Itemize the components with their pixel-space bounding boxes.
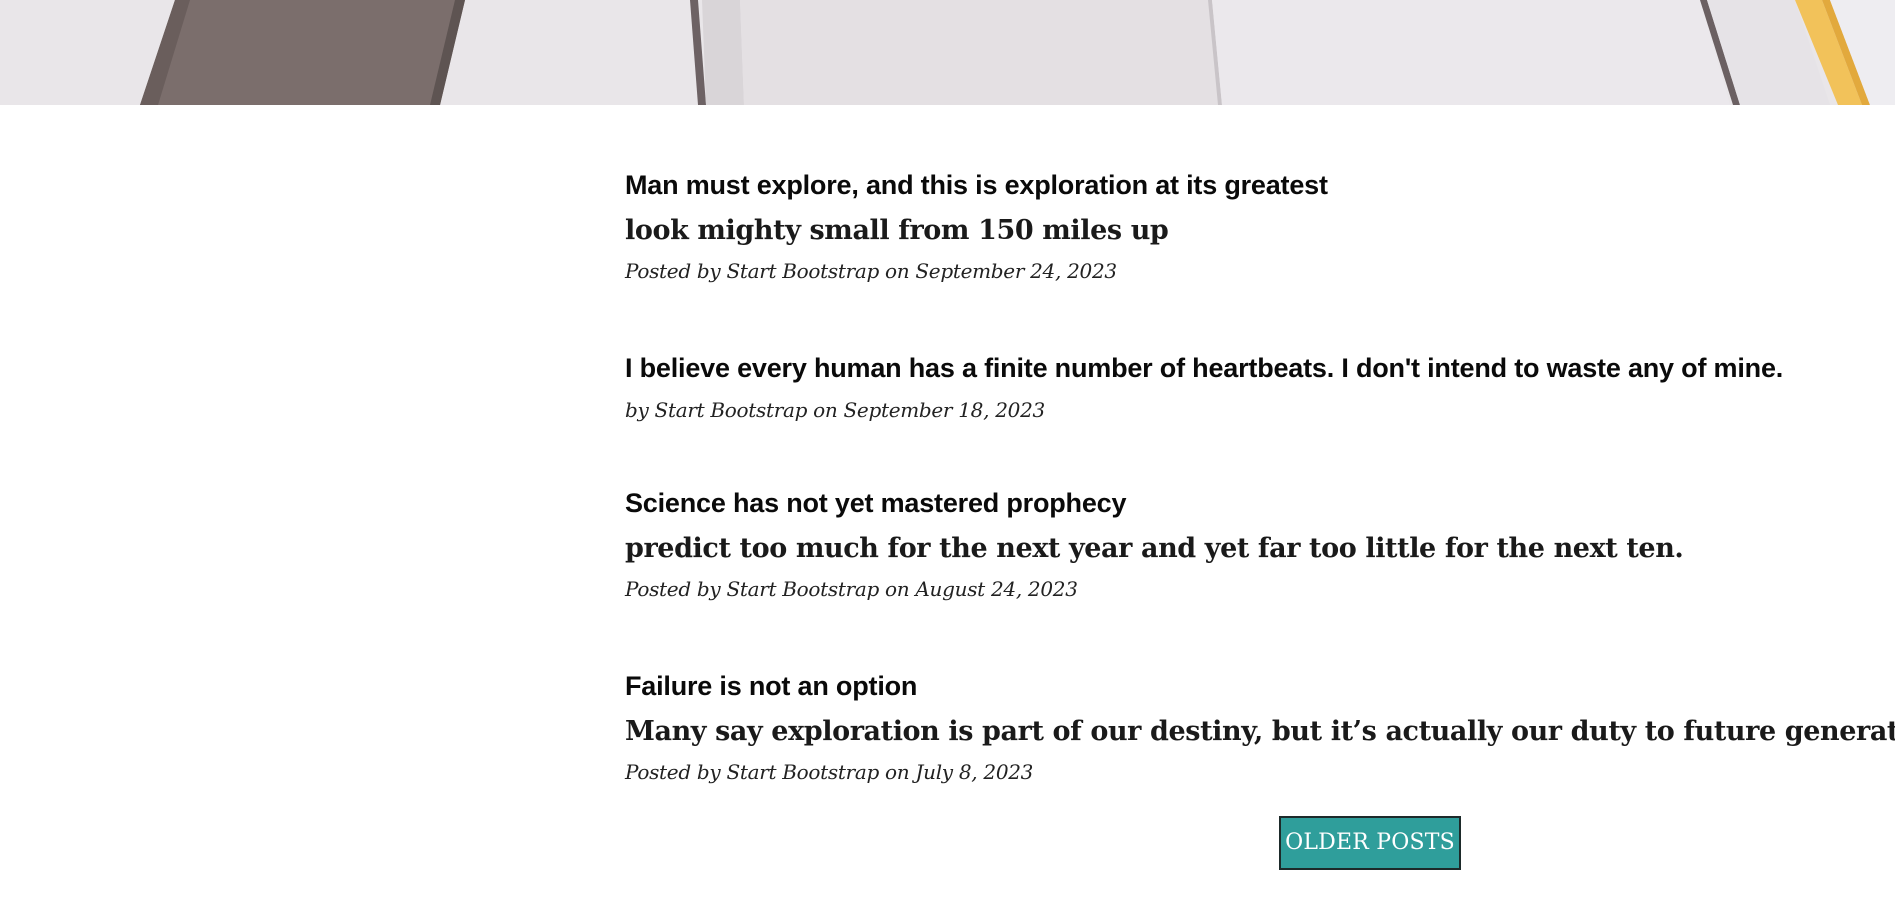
post-meta: Posted by Start Bootstrap on August 24, … [625,577,1078,601]
post-preview[interactable]: Man must explore, and this is exploratio… [625,168,1885,284]
post-title[interactable]: I believe every human has a finite numbe… [625,351,1885,385]
post-title[interactable]: Man must explore, and this is exploratio… [625,168,1885,202]
post-meta: by Start Bootstrap on September 18, 2023 [625,398,1045,422]
post-preview[interactable]: Science has not yet mastered prophecy pr… [625,486,1885,602]
header-background-image [0,0,1895,105]
older-posts-button[interactable]: OLDER POSTS [1279,816,1461,870]
post-title[interactable]: Science has not yet mastered prophecy [625,486,1885,520]
post-title[interactable]: Failure is not an option [625,669,1885,703]
post-meta: Posted by Start Bootstrap on July 8, 202… [625,760,1034,784]
post-subtitle[interactable]: predict too much for the next year and y… [625,532,1885,566]
post-subtitle[interactable]: Many say exploration is part of our dest… [625,715,1895,749]
post-subtitle[interactable]: look mighty small from 150 miles up [625,214,1885,248]
post-preview[interactable]: Failure is not an option Many say explor… [625,669,1895,785]
post-preview[interactable]: I believe every human has a finite numbe… [625,351,1885,423]
post-meta: Posted by Start Bootstrap on September 2… [625,259,1117,283]
